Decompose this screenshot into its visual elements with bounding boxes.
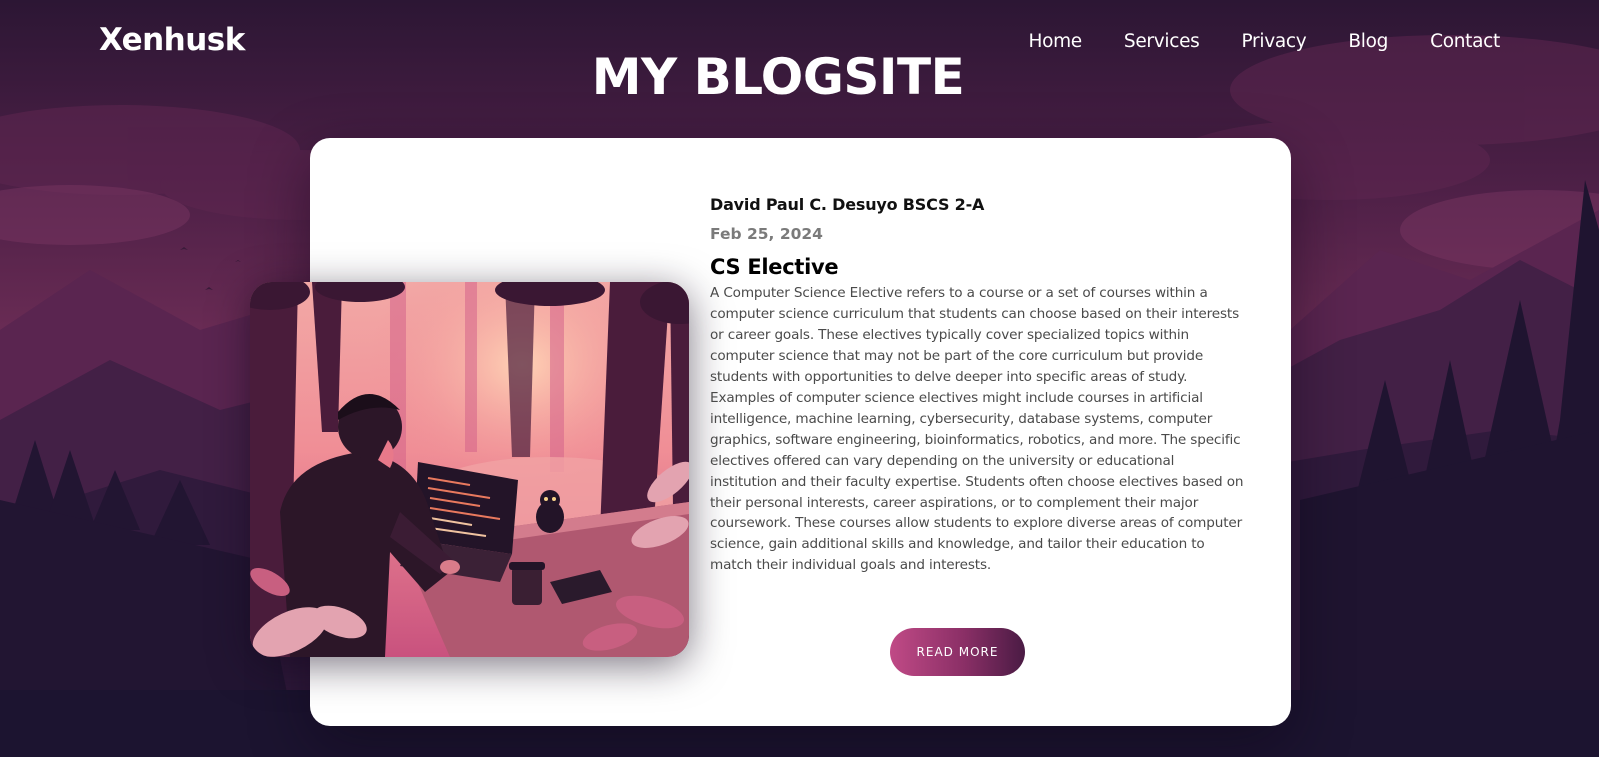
post-title: CS Elective [710,255,839,279]
post-author: David Paul C. Desuyo BSCS 2-A [710,195,985,214]
read-more-button[interactable]: READ MORE [890,628,1025,676]
page-title: MY BLOGSITE [591,48,965,106]
post-body: A Computer Science Elective refers to a … [710,285,1244,574]
person-coding-laptop-icon [250,282,689,657]
post-date: Feb 25, 2024 [710,225,823,243]
blog-post-image [250,282,689,657]
